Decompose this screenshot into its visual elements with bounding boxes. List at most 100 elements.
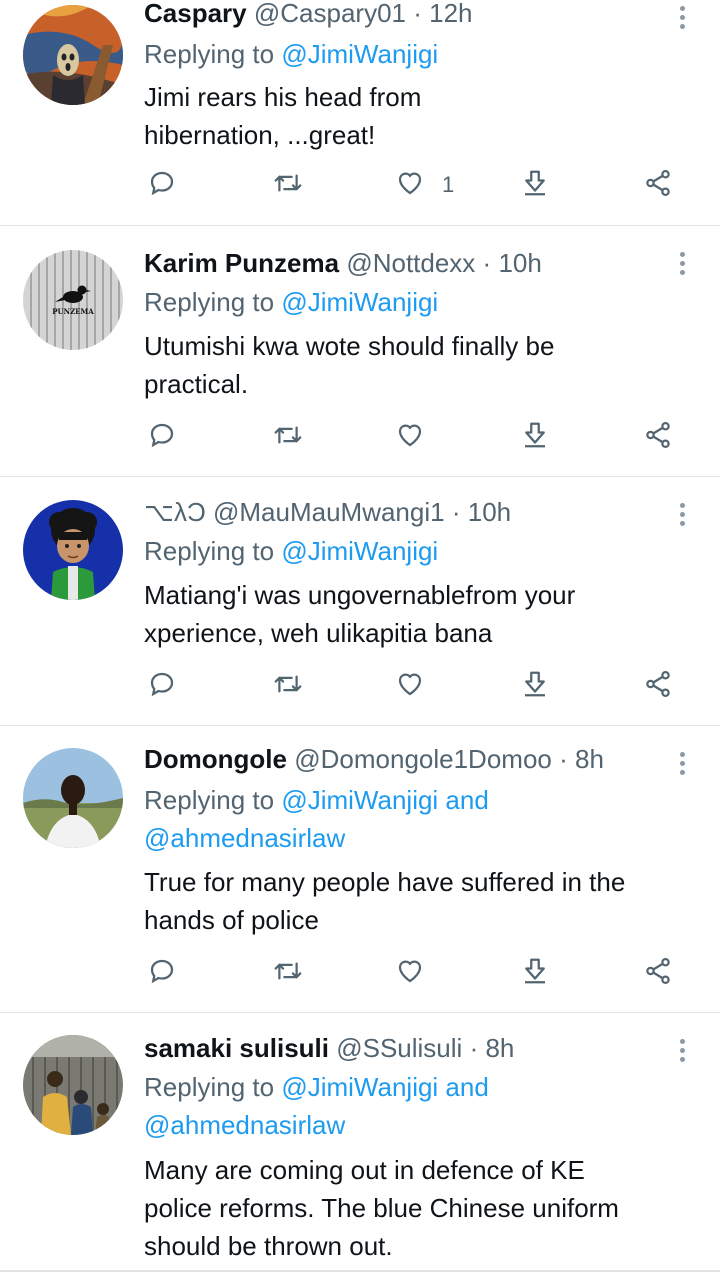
- user-handle[interactable]: @MauMauMwangi1: [213, 497, 445, 527]
- separator-dot: ·: [451, 497, 461, 527]
- display-name[interactable]: samaki sulisuli: [144, 1033, 329, 1063]
- action-bar: [0, 956, 720, 996]
- replying-to: Replying to @JimiWanjigi and @ahmednasir…: [144, 1068, 489, 1144]
- mention-link[interactable]: @JimiWanjigi and: [281, 785, 489, 815]
- tweet-text-line: police reforms. The blue Chinese uniform: [144, 1193, 619, 1223]
- replying-to-label: Replying to: [144, 39, 275, 69]
- cartoon-character-image: [23, 500, 123, 600]
- avatar[interactable]: [23, 500, 123, 600]
- share-icon[interactable]: [643, 956, 673, 996]
- person-photo-image: [23, 748, 123, 848]
- user-handle[interactable]: @Domongole1Domoo: [294, 744, 552, 774]
- retweet-icon[interactable]: [272, 420, 304, 460]
- display-name[interactable]: Caspary: [144, 0, 247, 28]
- tweet-text: True for many people have suffered in th…: [144, 863, 684, 939]
- mention-link[interactable]: @JimiWanjigi: [281, 39, 438, 69]
- user-handle[interactable]: @SSulisuli: [336, 1033, 462, 1063]
- avatar[interactable]: [23, 748, 123, 848]
- punzema-logo-image: PUNZEMA: [23, 250, 123, 350]
- avatar[interactable]: [23, 1035, 123, 1135]
- tweet-text-line: Matiang'i was ungovernablefrom your: [144, 580, 576, 610]
- mention-link[interactable]: @JimiWanjigi: [281, 536, 438, 566]
- more-options-icon[interactable]: [672, 748, 692, 778]
- tweet-item[interactable]: Domongole @Domongole1Domoo · 8h Replying…: [0, 726, 720, 1013]
- download-icon[interactable]: [520, 168, 550, 208]
- user-handle[interactable]: @Caspary01: [254, 0, 406, 28]
- share-icon[interactable]: [643, 420, 673, 460]
- more-options-icon[interactable]: [672, 248, 692, 278]
- tweet-text-line: hibernation, ...great!: [144, 120, 376, 150]
- timestamp[interactable]: 10h: [468, 497, 511, 527]
- download-icon[interactable]: [520, 420, 550, 460]
- more-options-icon[interactable]: [672, 1035, 692, 1065]
- reply-icon[interactable]: [147, 956, 177, 996]
- separator-dot: ·: [559, 744, 568, 774]
- timestamp[interactable]: 10h: [498, 248, 541, 278]
- display-name[interactable]: Karim Punzema: [144, 248, 339, 278]
- display-name[interactable]: ⌥λƆ: [144, 497, 206, 527]
- tweet-text: Many are coming out in defence of KE pol…: [144, 1151, 684, 1265]
- tweet-text-line: should be thrown out.: [144, 1231, 393, 1261]
- replying-to: Replying to @JimiWanjigi and @ahmednasir…: [144, 781, 489, 857]
- download-icon[interactable]: [520, 956, 550, 996]
- reply-icon[interactable]: [147, 420, 177, 460]
- family-photo-image: [23, 1035, 123, 1135]
- tweet-text-line: Many are coming out in defence of KE: [144, 1155, 585, 1185]
- mention-link[interactable]: @ahmednasirlaw: [144, 1110, 345, 1140]
- user-handle[interactable]: @Nottdexx: [346, 248, 475, 278]
- tweet-item[interactable]: samaki sulisuli @SSulisuli · 8h Replying…: [0, 1013, 720, 1280]
- replying-to: Replying to @JimiWanjigi: [144, 532, 438, 570]
- reply-icon[interactable]: [147, 669, 177, 709]
- like-icon[interactable]: [395, 956, 425, 996]
- tweet-item[interactable]: ⌥λƆ @MauMauMwangi1 · 10h Replying to @Ji…: [0, 477, 720, 726]
- separator-dot: ·: [482, 248, 492, 278]
- like-icon[interactable]: [395, 420, 425, 460]
- action-bar: [0, 420, 720, 460]
- like-count: 1: [442, 172, 455, 197]
- mention-link[interactable]: @JimiWanjigi: [281, 287, 438, 317]
- timestamp[interactable]: 8h: [575, 744, 604, 774]
- timestamp[interactable]: 8h: [485, 1033, 514, 1063]
- share-icon[interactable]: [643, 669, 673, 709]
- replying-to: Replying to @JimiWanjigi: [144, 283, 438, 321]
- tweet-item[interactable]: PUNZEMA Karim Punzema @Nottdexx · 10h Re…: [0, 226, 720, 477]
- retweet-icon[interactable]: [272, 956, 304, 996]
- mention-link[interactable]: @JimiWanjigi and: [281, 1072, 489, 1102]
- tweet-text-line: Jimi rears his head from: [144, 82, 422, 112]
- tweet-text: Utumishi kwa wote should finally be prac…: [144, 327, 684, 403]
- share-icon[interactable]: [643, 168, 673, 208]
- tweet-text-line: Utumishi kwa wote should finally be: [144, 331, 555, 361]
- timestamp[interactable]: 12h: [429, 0, 472, 28]
- tweet-text-line: practical.: [144, 369, 249, 399]
- action-bar: [0, 669, 720, 709]
- tweet-text-line: xperience, weh ulikapitia bana: [144, 618, 493, 648]
- replying-to-label: Replying to: [144, 785, 275, 815]
- avatar[interactable]: [23, 5, 123, 105]
- tweet-text: Matiang'i was ungovernablefrom your xper…: [144, 576, 684, 652]
- separator-dot: ·: [469, 1033, 479, 1063]
- tweet-text-line: True for many people have suffered in th…: [144, 867, 626, 897]
- mention-link[interactable]: @ahmednasirlaw: [144, 823, 345, 853]
- more-options-icon[interactable]: [672, 2, 692, 32]
- display-name[interactable]: Domongole: [144, 744, 287, 774]
- replying-to-label: Replying to: [144, 287, 275, 317]
- download-icon[interactable]: [520, 669, 550, 709]
- replying-to: Replying to @JimiWanjigi: [144, 35, 438, 73]
- replying-to-label: Replying to: [144, 1072, 275, 1102]
- tweet-text-line: hands of police: [144, 905, 319, 935]
- like-icon[interactable]: [395, 669, 425, 709]
- retweet-icon[interactable]: [272, 669, 304, 709]
- replying-to-label: Replying to: [144, 536, 275, 566]
- bottom-divider: [0, 1270, 720, 1272]
- avatar[interactable]: PUNZEMA: [23, 250, 123, 350]
- tweet-item[interactable]: Caspary @Caspary01 · 12h Replying to @Ji…: [0, 0, 720, 226]
- tweet-text: Jimi rears his head from hibernation, ..…: [144, 78, 684, 154]
- like-icon[interactable]: [395, 168, 425, 208]
- action-bar: 1: [0, 168, 720, 208]
- scream-painting-image: [23, 5, 123, 105]
- avatar-logo-text: PUNZEMA: [52, 307, 94, 316]
- retweet-icon[interactable]: [272, 168, 304, 208]
- reply-icon[interactable]: [147, 168, 177, 208]
- separator-dot: ·: [413, 0, 422, 28]
- more-options-icon[interactable]: [672, 499, 692, 529]
